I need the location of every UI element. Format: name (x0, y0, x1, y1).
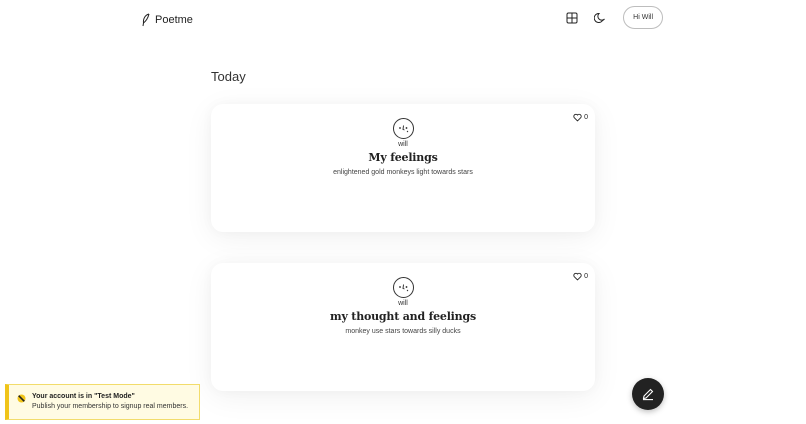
author-name[interactable]: will (211, 141, 595, 148)
compose-button[interactable] (632, 378, 664, 410)
user-menu-button[interactable]: Hi Will (623, 6, 663, 29)
pencil-icon (642, 388, 654, 401)
avatar-face-icon (398, 284, 408, 292)
section-title: Today (211, 69, 246, 84)
avatar-face-icon (398, 125, 408, 133)
poem-card[interactable]: 0 will my thought and feelings monkey us… (211, 263, 595, 391)
heart-icon (573, 272, 582, 281)
feather-icon (142, 13, 150, 27)
like-count: 0 (584, 114, 588, 121)
notice-body: Publish your membership to signup real m… (32, 403, 189, 410)
poem-title[interactable]: My feelings (211, 151, 595, 164)
moon-icon (594, 12, 606, 23)
warning-icon (17, 394, 26, 403)
poem-title[interactable]: my thought and feelings (211, 310, 595, 323)
theme-toggle-button[interactable] (591, 9, 609, 27)
avatar[interactable] (392, 118, 414, 139)
brand-name: Poetme (155, 14, 193, 26)
grid-icon (566, 12, 578, 23)
poem-text: monkey use stars towards silly ducks (345, 328, 461, 335)
like-button[interactable]: 0 (573, 272, 588, 281)
heart-icon (573, 113, 582, 122)
author-name[interactable]: will (211, 300, 595, 307)
test-mode-notice[interactable]: Your account is in "Test Mode" Publish y… (5, 384, 200, 420)
header-actions: Hi Will (563, 6, 663, 29)
notice-title: Your account is in "Test Mode" (32, 393, 135, 400)
poem-card[interactable]: 0 will My feelings enlightened gold monk… (211, 104, 595, 232)
like-count: 0 (584, 273, 588, 280)
brand-logo-link[interactable]: Poetme (141, 13, 193, 27)
like-button[interactable]: 0 (573, 113, 588, 122)
layout-toggle-button[interactable] (563, 9, 581, 27)
avatar[interactable] (392, 277, 414, 298)
poem-text: enlightened gold monkeys light towards s… (333, 169, 473, 176)
